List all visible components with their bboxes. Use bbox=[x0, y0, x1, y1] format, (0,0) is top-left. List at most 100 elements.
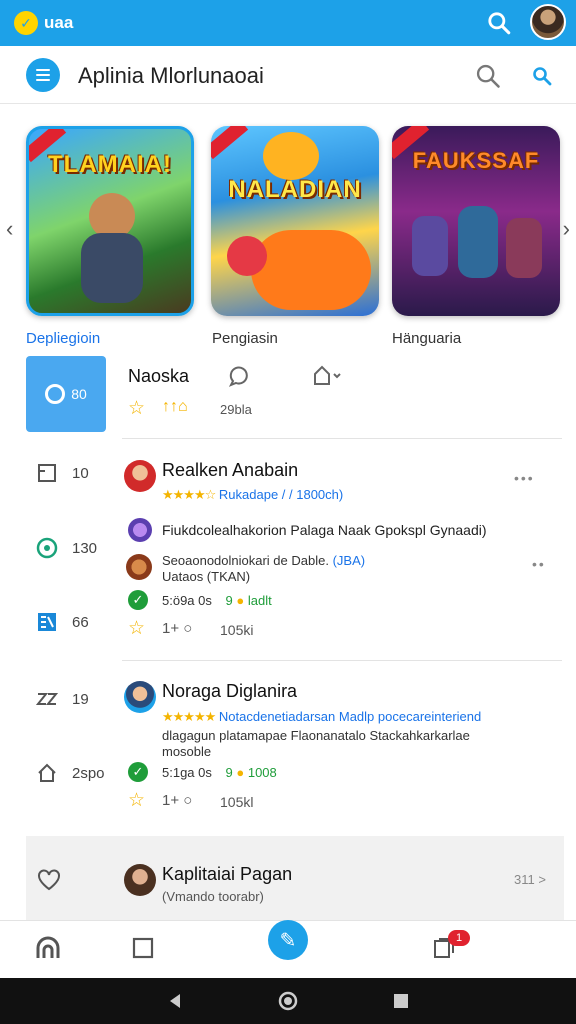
reaction-row: 1+ ○ bbox=[162, 792, 192, 809]
search-icon[interactable] bbox=[486, 10, 512, 36]
card-art-title: NALADIAN bbox=[228, 176, 362, 203]
avatar[interactable] bbox=[124, 681, 156, 713]
divider bbox=[122, 660, 562, 661]
star-icon[interactable]: ☆ bbox=[128, 617, 145, 640]
rating-text: 29bla bbox=[220, 402, 252, 417]
post-title[interactable]: Realken Anabain bbox=[162, 460, 298, 481]
carousel-label[interactable]: Hänguaria bbox=[392, 330, 461, 347]
featured-count: 80 bbox=[71, 386, 87, 402]
notification-badge: 1 bbox=[448, 930, 470, 946]
search-icon[interactable] bbox=[474, 62, 502, 90]
section-title: Naoska bbox=[128, 366, 190, 386]
avatar[interactable] bbox=[124, 864, 156, 896]
left-nav-item[interactable]: 19 bbox=[36, 688, 89, 710]
home-circle-icon[interactable] bbox=[278, 991, 298, 1011]
chevron-left-icon[interactable]: ‹ bbox=[6, 216, 13, 242]
post-line: Uataos (TKAN) bbox=[162, 569, 251, 584]
chevron-right-icon[interactable]: › bbox=[563, 216, 570, 242]
left-nav-item[interactable]: 10 bbox=[36, 462, 89, 484]
avatar[interactable] bbox=[124, 460, 156, 492]
game-carousel: ‹ › TLAMAIA! NALADIAN FAUKSSAF Depliegio… bbox=[0, 104, 576, 356]
search-icon-accent[interactable] bbox=[530, 64, 554, 88]
square-icon[interactable] bbox=[132, 937, 154, 959]
left-nav-count: 2spo bbox=[72, 764, 105, 782]
card-art-title: TLAMAIA! bbox=[48, 151, 172, 178]
left-nav-count: 66 bbox=[72, 613, 89, 631]
top-bar: ✓ uaa bbox=[0, 0, 576, 46]
like-icon[interactable]: ○ bbox=[183, 792, 192, 809]
home-arch-icon[interactable] bbox=[34, 934, 62, 962]
reaction-count: 105kl bbox=[220, 794, 254, 810]
post-title[interactable]: Noraga Diglanira bbox=[162, 681, 297, 702]
chat-bubble-icon[interactable] bbox=[228, 364, 252, 388]
brand-text: uaa bbox=[44, 13, 74, 32]
reaction-text: 1+ bbox=[162, 620, 180, 637]
home-icon bbox=[38, 763, 56, 782]
hero-art bbox=[251, 230, 371, 310]
stat-value: 1008 bbox=[247, 765, 277, 780]
reaction-count: 105ki bbox=[220, 622, 254, 638]
carousel-label[interactable]: Pengiasin bbox=[212, 330, 278, 347]
hero-art bbox=[506, 218, 542, 278]
post-line: Seoaonodolniokari de Dable. bbox=[162, 553, 329, 568]
post-body: mosoble bbox=[162, 744, 212, 759]
app-bar: Aplinia Mlorlunaoai bbox=[0, 46, 576, 104]
stat-row: 5:1ga 0s 9 ● 1008 bbox=[162, 765, 277, 780]
left-nav-item[interactable]: 66 bbox=[36, 611, 89, 633]
hero-art bbox=[412, 216, 448, 276]
post-subtitle: (Vmando toorabr) bbox=[162, 889, 264, 904]
check-icon: ✓ bbox=[128, 590, 148, 610]
post-line-row: Seoaonodolniokari de Dable. (JBA) bbox=[162, 553, 365, 568]
more-options-icon[interactable]: •• bbox=[532, 556, 546, 572]
check-icon: ✓ bbox=[128, 762, 148, 782]
reaction-row: 1+ ○ bbox=[162, 620, 192, 637]
brand[interactable]: ✓ uaa bbox=[14, 11, 73, 35]
list-item[interactable] bbox=[26, 836, 564, 920]
zigzag-icon bbox=[36, 693, 58, 705]
more-options-icon[interactable]: ••• bbox=[514, 470, 535, 486]
avatar[interactable] bbox=[530, 4, 566, 40]
left-nav-count: 130 bbox=[72, 539, 98, 557]
divider bbox=[122, 438, 562, 439]
hero-art bbox=[227, 236, 267, 276]
coin-icon: ● bbox=[236, 765, 245, 780]
back-icon[interactable] bbox=[166, 992, 184, 1010]
reaction-text: 1+ bbox=[162, 792, 180, 809]
featured-tile[interactable]: 80 bbox=[26, 356, 106, 432]
hero-art bbox=[458, 206, 498, 278]
like-icon[interactable]: ○ bbox=[183, 620, 192, 637]
carousel-card[interactable]: NALADIAN bbox=[211, 126, 379, 316]
post-subtitle: Rukadape / / 1800ch) bbox=[218, 487, 344, 502]
store-dropdown-icon[interactable] bbox=[312, 364, 342, 388]
left-nav-item[interactable]: 2spo bbox=[36, 762, 105, 784]
avatar[interactable] bbox=[128, 518, 152, 542]
star-icon[interactable]: ☆ bbox=[128, 789, 145, 812]
rating-stars: ★★★★☆ bbox=[162, 487, 216, 502]
carousel-card[interactable]: FAUKSSAF bbox=[392, 126, 560, 316]
stat-value: 9 bbox=[225, 593, 233, 608]
heart-icon[interactable] bbox=[36, 868, 62, 892]
post-body: dlagagun platamapae Flaonanatalo Stackah… bbox=[162, 728, 470, 743]
stat-value: 5:1ga 0s bbox=[162, 765, 212, 780]
star-icon: ☆ bbox=[128, 398, 146, 419]
post-line: Fiukdcolealhakorion Palaga Naak Gpokspl … bbox=[162, 522, 487, 538]
post-link[interactable]: (JBA) bbox=[333, 553, 366, 568]
hero-art bbox=[81, 233, 143, 303]
square-icon bbox=[38, 464, 56, 482]
left-nav-item[interactable]: 130 bbox=[36, 537, 97, 559]
carousel-card[interactable]: TLAMAIA! bbox=[26, 126, 194, 316]
menu-button[interactable] bbox=[26, 58, 60, 92]
post-meta[interactable]: 311 > bbox=[514, 872, 546, 887]
grid-icon bbox=[38, 613, 56, 631]
left-nav-count: 10 bbox=[72, 464, 89, 482]
compose-button[interactable]: ✎ bbox=[268, 920, 308, 960]
avatar[interactable] bbox=[126, 554, 152, 580]
carousel-label[interactable]: Depliegioin bbox=[26, 330, 100, 347]
post-title[interactable]: Kaplitaiai Pagan bbox=[162, 864, 292, 885]
ribbon-badge bbox=[211, 126, 249, 160]
shield-check-icon: ✓ bbox=[14, 11, 38, 35]
rating-stars: ★★★★★ bbox=[162, 709, 216, 724]
recents-icon[interactable] bbox=[392, 992, 410, 1010]
card-art-title: FAUKSSAF bbox=[412, 148, 540, 173]
left-nav-count: 19 bbox=[72, 690, 89, 708]
